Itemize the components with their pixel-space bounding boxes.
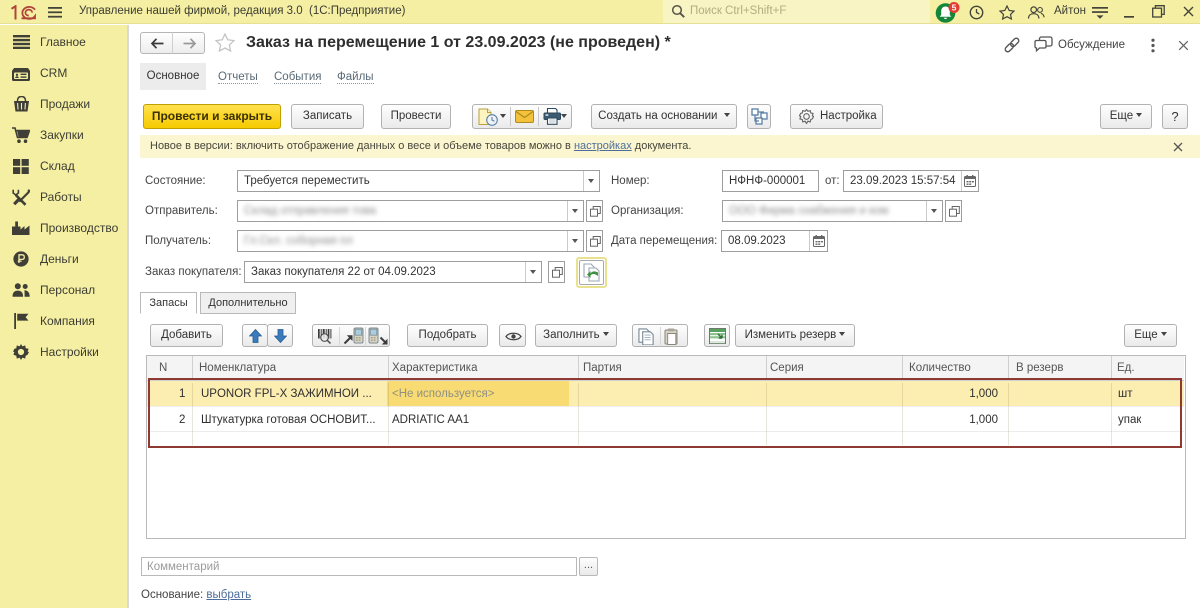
svg-text:5: 5 — [952, 2, 957, 12]
